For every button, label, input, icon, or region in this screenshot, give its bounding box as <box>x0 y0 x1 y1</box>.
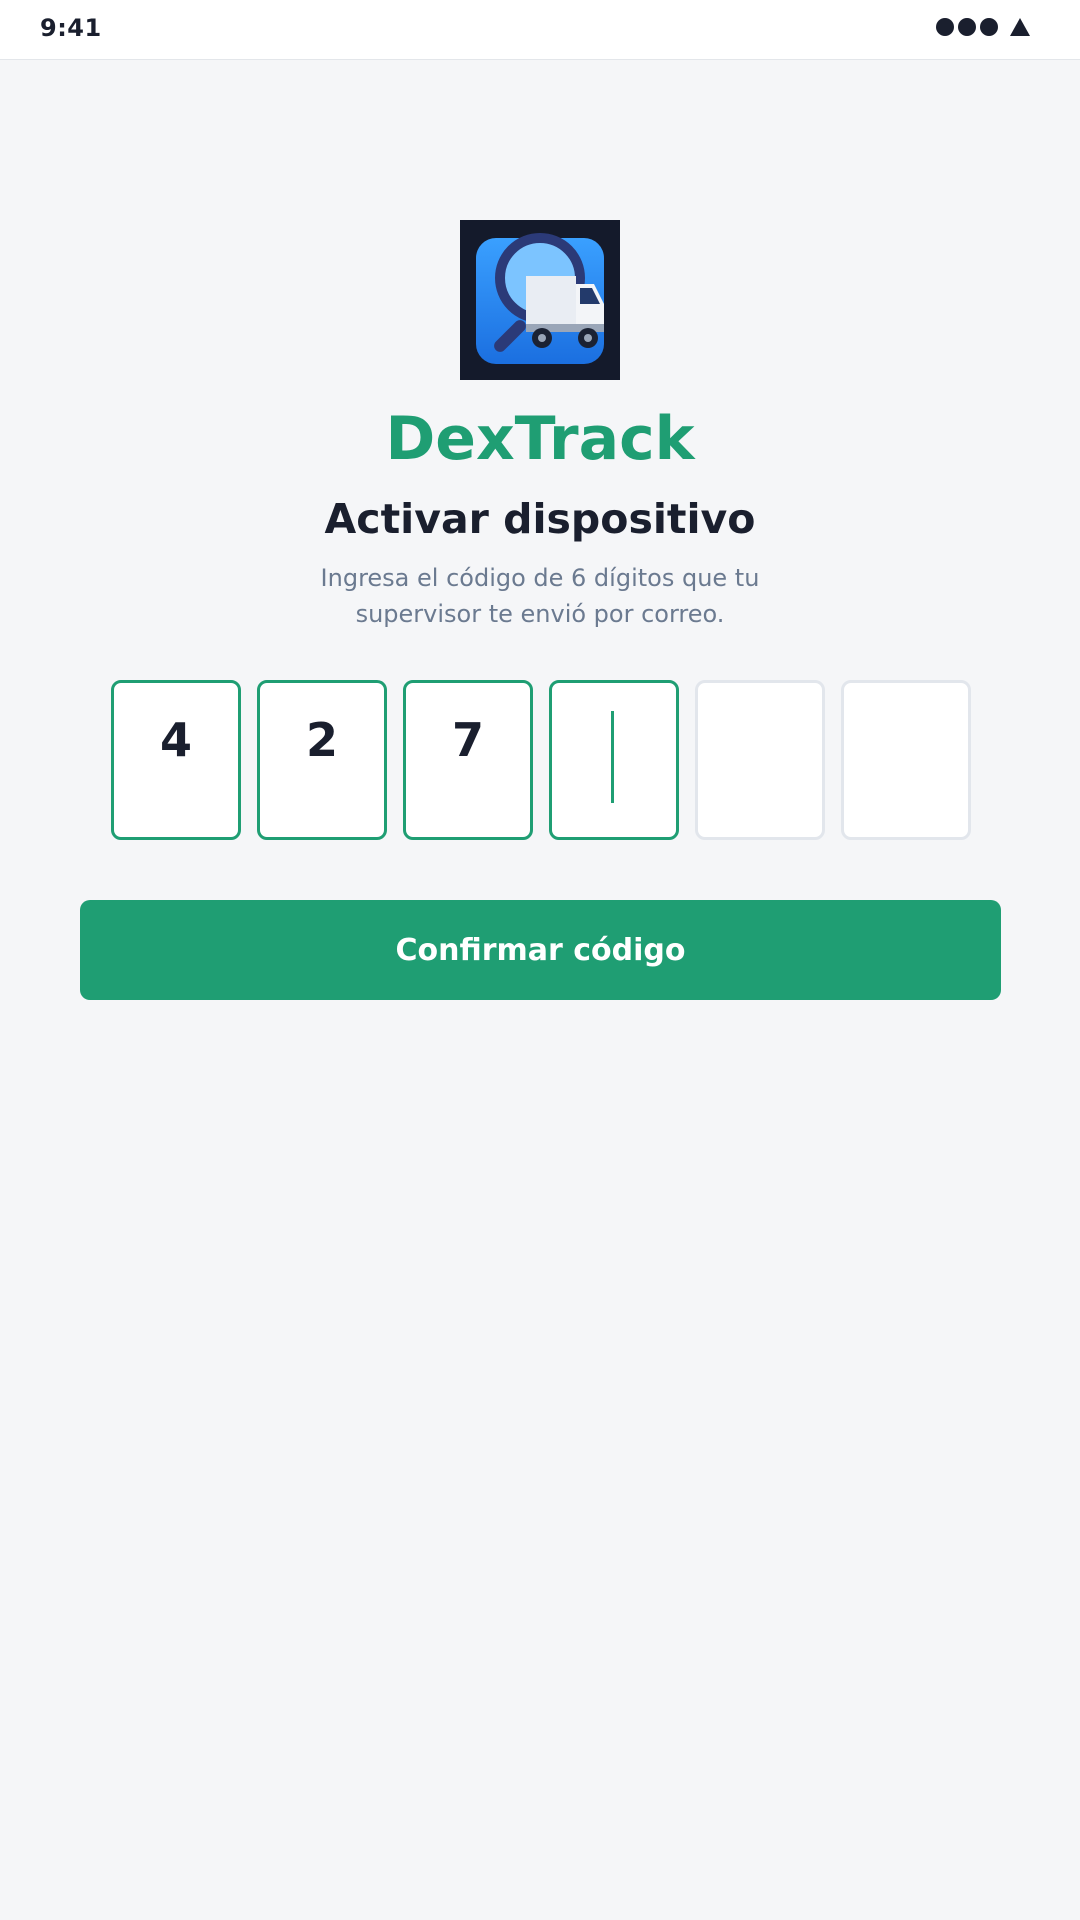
status-icons <box>936 18 1030 36</box>
confirm-code-button[interactable]: Confirmar código <box>80 900 1001 1000</box>
text-cursor <box>611 711 614 803</box>
code-digit-box-2[interactable]: 2 <box>257 680 387 840</box>
code-digit-box-5[interactable] <box>695 680 825 840</box>
app-name: DexTrack <box>385 404 695 474</box>
code-digit-box-3[interactable]: 7 <box>403 680 533 840</box>
code-digit-box-6[interactable] <box>841 680 971 840</box>
page-subtitle: Ingresa el código de 6 dígitos que tu su… <box>320 564 760 628</box>
code-digit: 4 <box>159 713 192 767</box>
page-title: Activar dispositivo <box>324 495 756 543</box>
signal-dot-icon <box>980 18 998 36</box>
truck-magnifier-logo <box>476 233 604 364</box>
status-bar: 9:41 <box>0 0 1080 60</box>
signal-dot-icon <box>936 18 954 36</box>
status-time: 9:41 <box>40 14 102 42</box>
code-digit-box-1[interactable]: 4 <box>111 680 241 840</box>
code-digit-box-4[interactable] <box>549 680 679 840</box>
signal-dot-icon <box>958 18 976 36</box>
wifi-triangle-icon <box>1010 18 1030 36</box>
code-digit: 7 <box>451 713 484 767</box>
code-digit: 2 <box>305 713 338 767</box>
app-logo-icon <box>460 220 620 380</box>
